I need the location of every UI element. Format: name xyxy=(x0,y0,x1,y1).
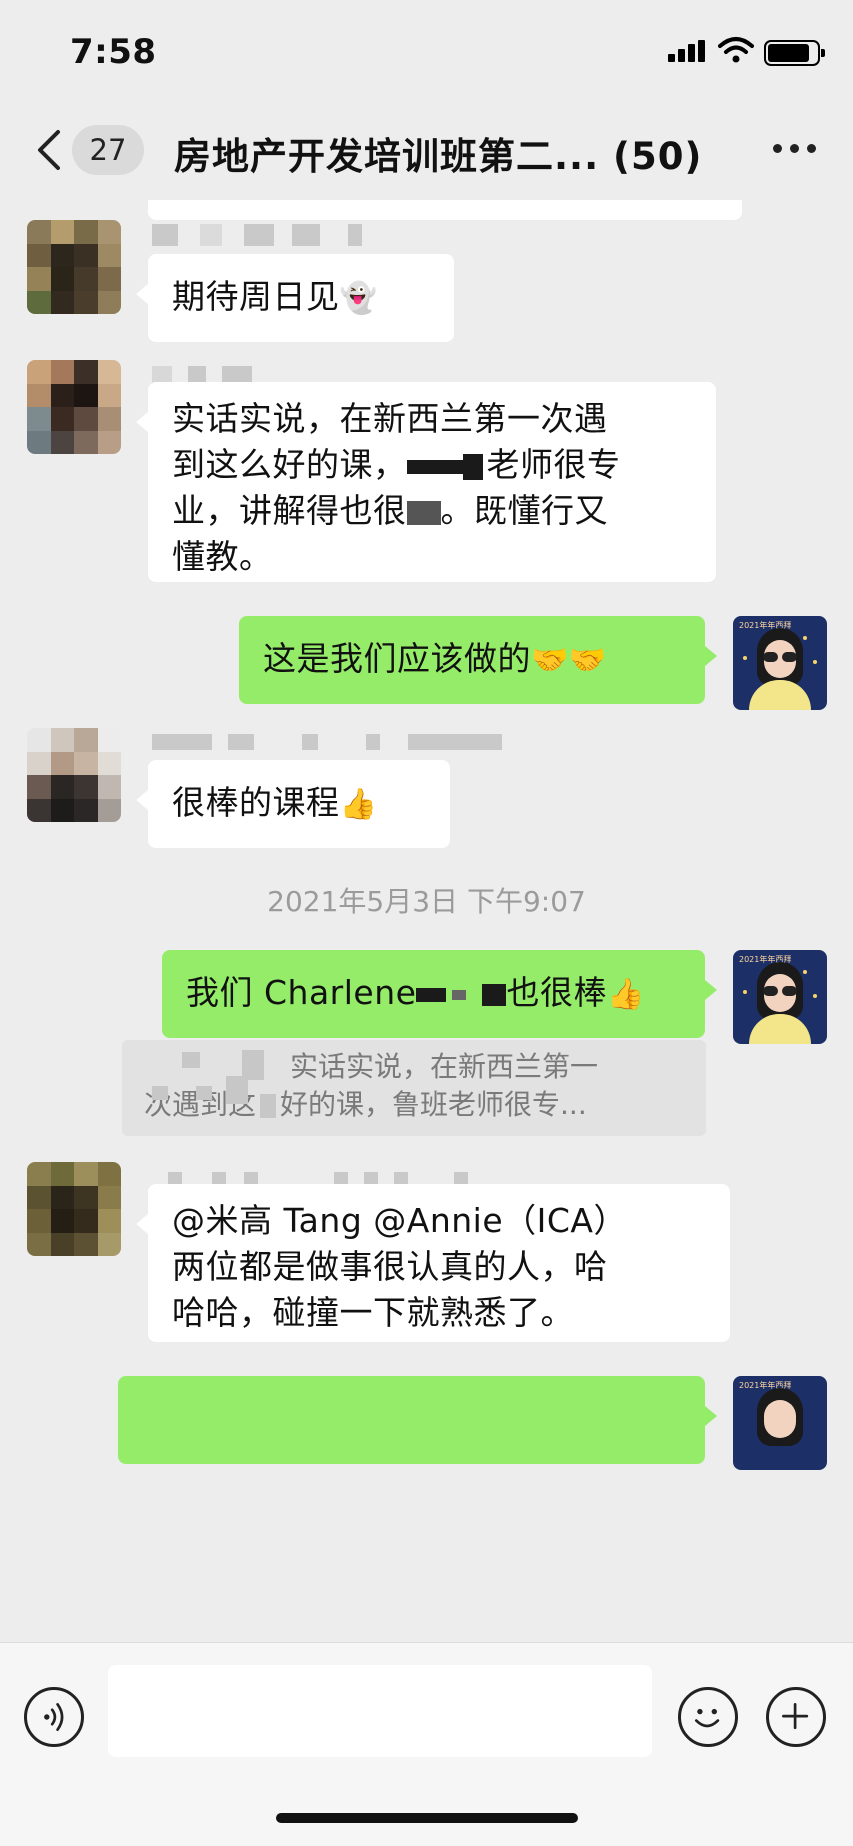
message-text: 期待周日见 xyxy=(172,277,340,316)
message-bubble[interactable] xyxy=(118,1376,717,1464)
back-chevron-icon[interactable] xyxy=(34,128,64,172)
message-line: 到这么好的课， 老师很专 xyxy=(172,445,621,484)
message-list[interactable]: 期待周日见👻 实话实说，在新西兰第一次遇 到这么好的课， 老师很专 业，讲解得也很… xyxy=(0,200,853,1642)
handshake-emoji-icon: 🤝🤝 xyxy=(531,643,607,678)
battery-icon xyxy=(764,40,825,66)
message-bubble[interactable]: 期待周日见👻 xyxy=(136,254,454,342)
signal-icon xyxy=(668,40,708,62)
more-dots-icon[interactable] xyxy=(773,144,817,154)
redacted-text xyxy=(406,500,441,525)
message-input[interactable] xyxy=(108,1665,652,1757)
quoted-message[interactable]: 实话实说，在新西兰第一 次遇到这 好的课，鲁班老师很专... xyxy=(122,1040,706,1136)
status-time: 7:58 xyxy=(70,32,157,72)
previous-message-bubble xyxy=(148,200,742,220)
message-line: 实话实说，在新西兰第一次遇 xyxy=(172,399,608,438)
message-line: 两位都是做事很认真的人，哈 xyxy=(172,1247,608,1286)
ghost-emoji-icon: 👻 xyxy=(339,281,378,316)
message-bubble[interactable]: 这是我们应该做的🤝🤝 xyxy=(239,616,717,704)
home-indicator xyxy=(276,1813,578,1823)
status-bar: 7:58 xyxy=(0,0,853,100)
input-bar xyxy=(0,1642,853,1846)
avatar[interactable] xyxy=(27,220,121,314)
my-avatar[interactable]: 2021年年西拜 xyxy=(733,1376,827,1470)
thumbs-up-emoji-icon: 👍 xyxy=(606,977,645,1012)
redacted-text xyxy=(452,989,467,1000)
message-line: 业，讲解得也很 。既懂行又 xyxy=(172,491,608,530)
message-text: 我们 Charlene xyxy=(186,973,417,1012)
avatar[interactable] xyxy=(27,728,121,822)
my-avatar[interactable]: 2021年年西拜 xyxy=(733,950,827,1044)
quote-line: 次遇到这 好的课，鲁班老师很专... xyxy=(144,1088,587,1121)
chat-title[interactable]: 房地产开发培训班第二... (50) xyxy=(174,126,702,180)
message-text: 这是我们应该做的 xyxy=(263,639,531,678)
message-bubble[interactable]: 很棒的课程👍 xyxy=(136,760,450,848)
redacted-text xyxy=(462,453,483,480)
redacted-text xyxy=(406,459,463,474)
thumbs-up-emoji-icon: 👍 xyxy=(339,787,378,822)
message-line: @米高 Tang @Annie（ICA） xyxy=(172,1201,627,1240)
quote-line: 实话实说，在新西兰第一 xyxy=(290,1050,599,1083)
message-bubble[interactable]: @米高 Tang @Annie（ICA） 两位都是做事很认真的人，哈 哈哈，碰撞… xyxy=(136,1184,730,1342)
redacted-text xyxy=(416,987,447,1002)
message-bubble[interactable]: 我们 Charlene 也很棒👍 xyxy=(162,950,717,1038)
sender-name-redacted xyxy=(152,734,502,750)
avatar[interactable] xyxy=(27,360,121,454)
emoji-icon[interactable] xyxy=(678,1687,738,1747)
message-text: 也很棒 xyxy=(506,973,607,1012)
chat-header: 27 房地产开发培训班第二... (50) xyxy=(0,100,853,200)
plus-icon[interactable] xyxy=(766,1687,826,1747)
wifi-icon xyxy=(718,37,754,63)
my-avatar[interactable]: 2021年年西拜 xyxy=(733,616,827,710)
unread-count-badge[interactable]: 27 xyxy=(72,125,144,175)
message-bubble[interactable]: 实话实说，在新西兰第一次遇 到这么好的课， 老师很专 业，讲解得也很 。既懂行又 懂… xyxy=(136,382,716,582)
timestamp: 2021年5月3日 下午9:07 xyxy=(267,885,586,918)
avatar[interactable] xyxy=(27,1162,121,1256)
message-line: 懂教。 xyxy=(172,537,273,576)
sender-name-redacted xyxy=(152,224,392,246)
redacted-text xyxy=(482,983,507,1006)
message-text: 很棒的课程 xyxy=(172,783,340,822)
message-line: 哈哈，碰撞一下就熟悉了。 xyxy=(172,1293,574,1332)
voice-icon[interactable] xyxy=(24,1687,84,1747)
